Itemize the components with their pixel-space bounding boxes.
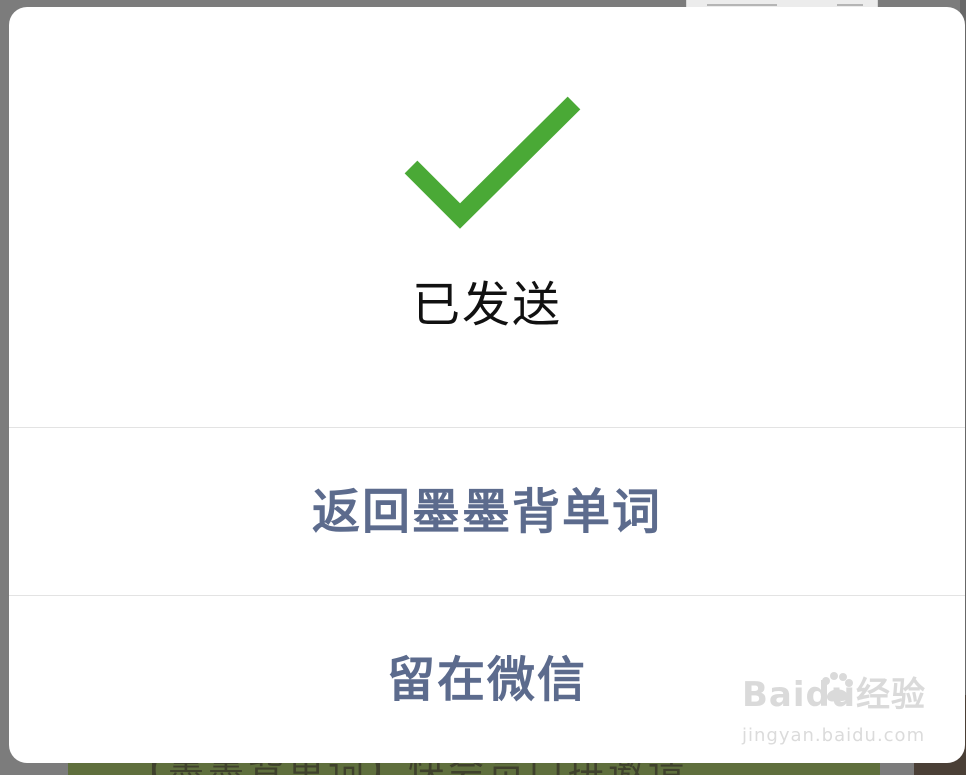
watermark-url: jingyan.baidu.com (742, 725, 926, 746)
background-paper-line (837, 4, 863, 6)
sent-confirmation-dialog: 已发送 返回墨墨背单词 留在微信 (9, 7, 965, 763)
dialog-header: 已发送 (9, 7, 965, 427)
return-to-app-button[interactable]: 返回墨墨背单词 (9, 428, 965, 595)
check-icon (404, 96, 581, 229)
return-to-app-label: 返回墨墨背单词 (311, 484, 662, 540)
baidu-jingyan-watermark: Baidu经验 jingyan.baidu.com (742, 668, 932, 758)
paw-icon (822, 672, 853, 702)
background-paper-line (707, 4, 777, 6)
status-text: 已发送 (411, 277, 562, 333)
